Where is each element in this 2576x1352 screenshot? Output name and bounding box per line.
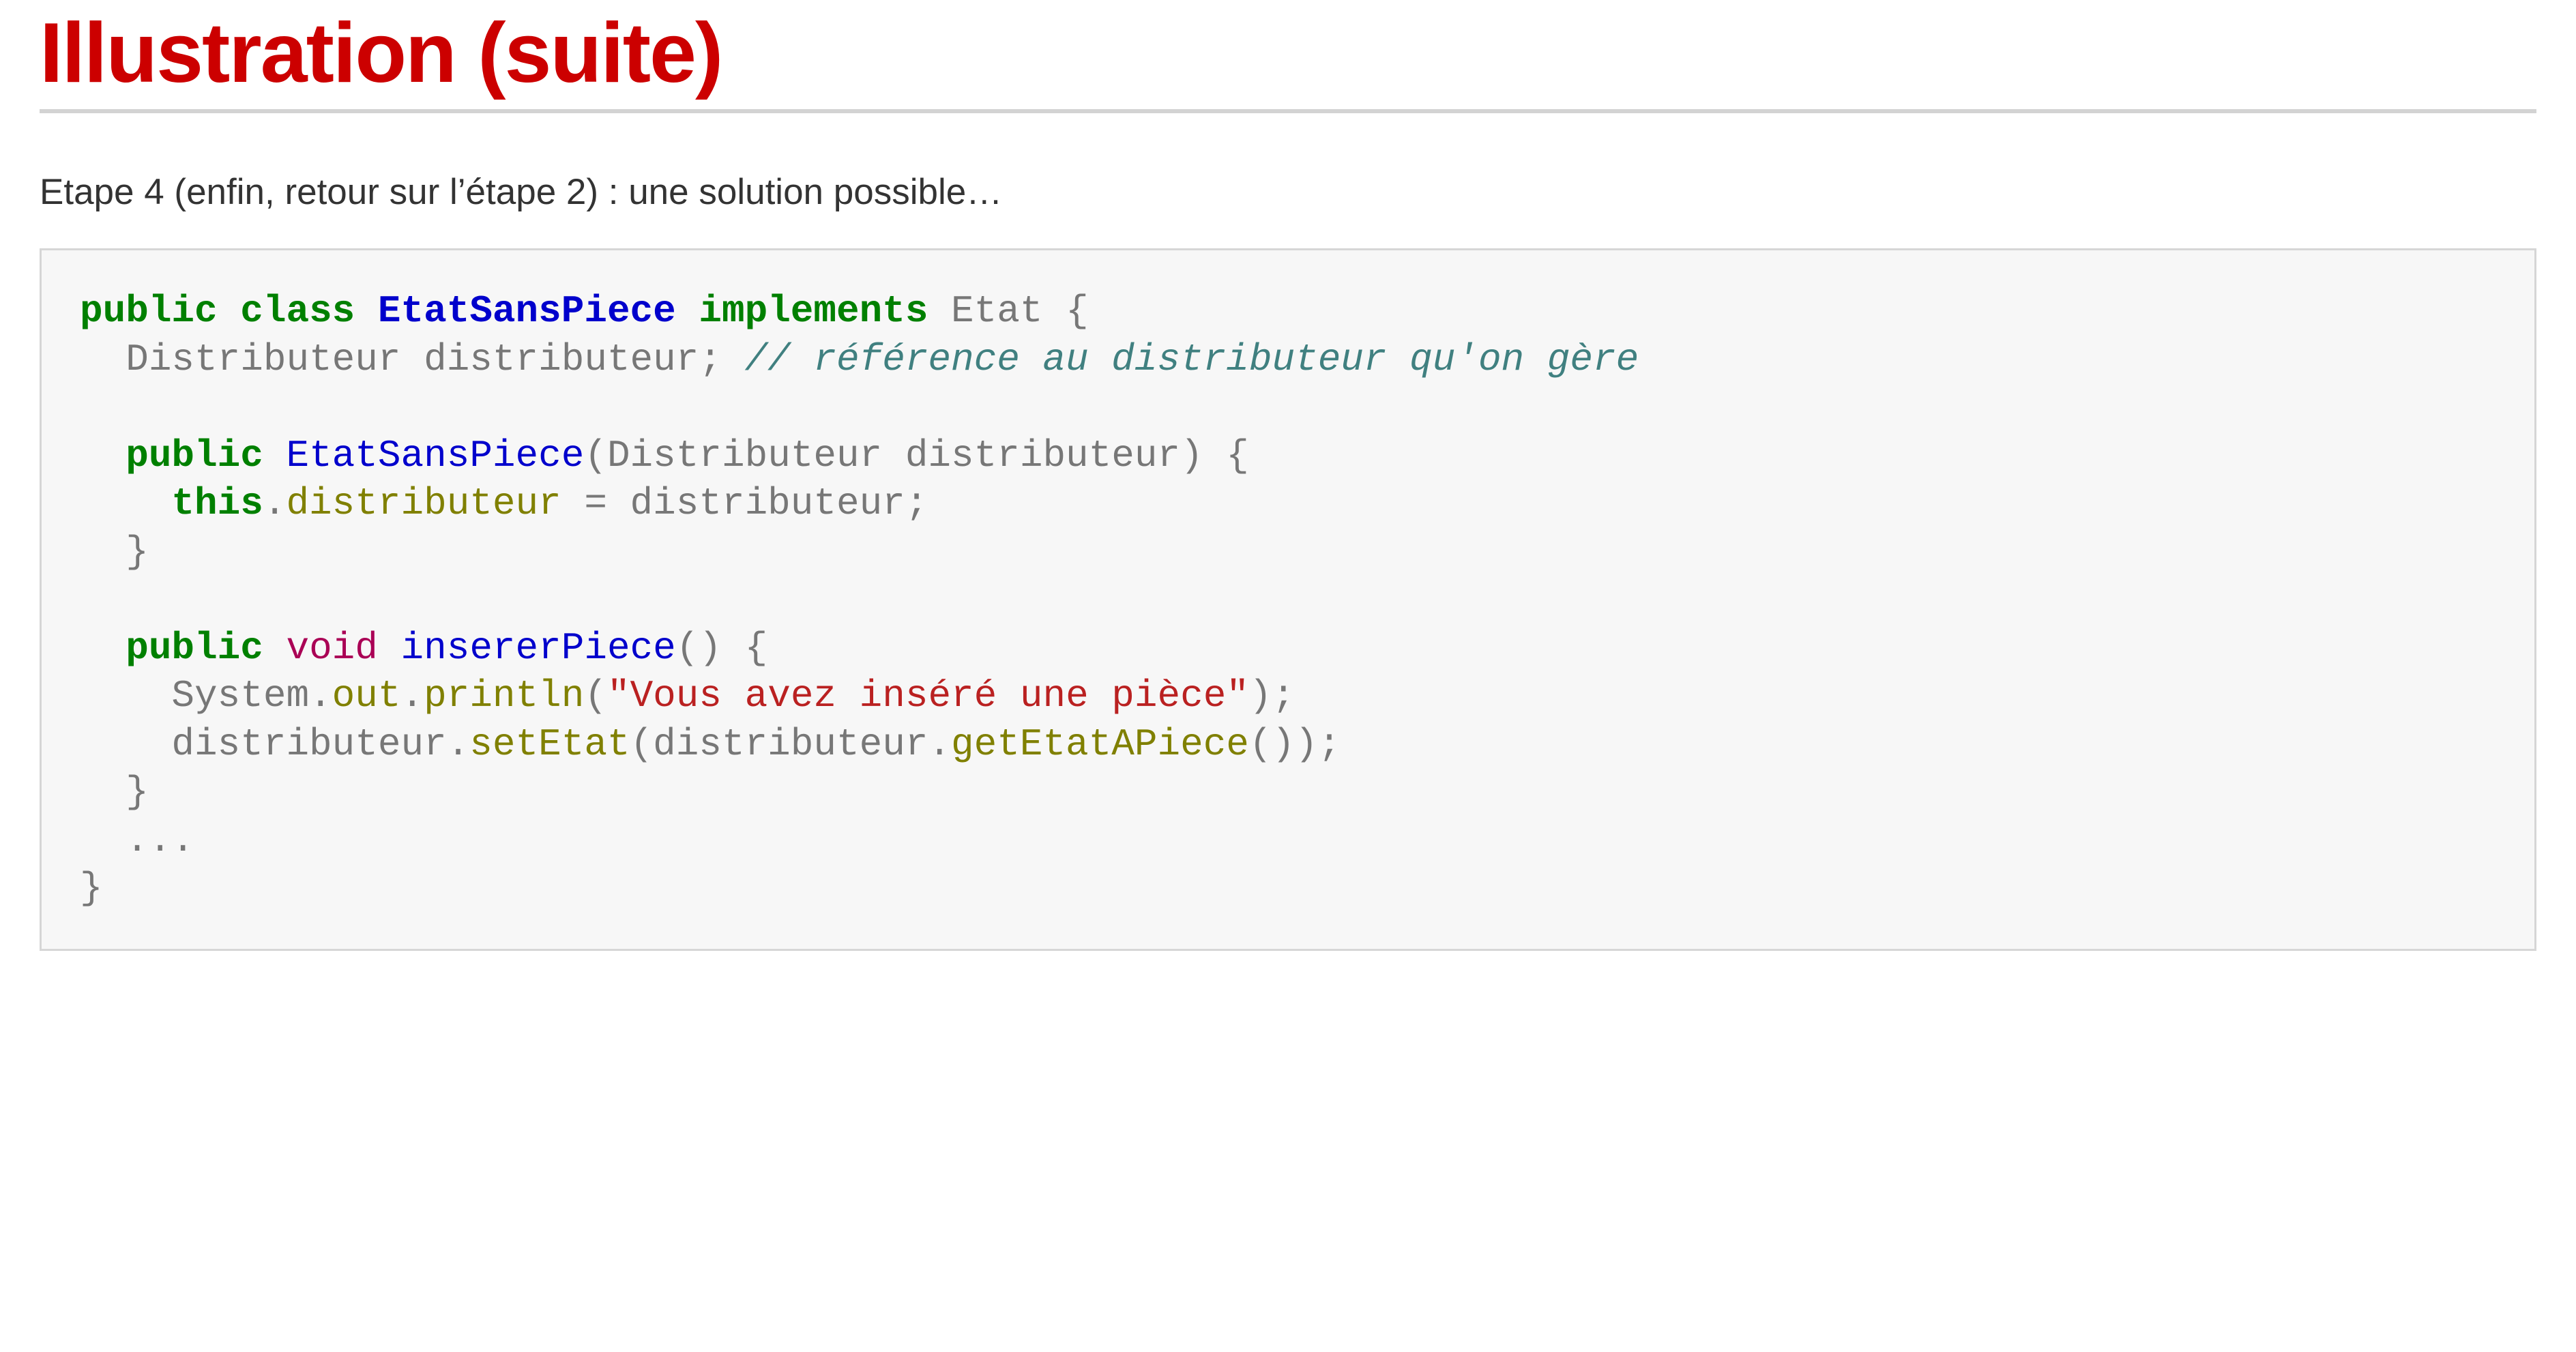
- code-token: Distributeur distributeur;: [80, 337, 745, 381]
- code-line: this.distributeur = distributeur;: [80, 480, 2534, 528]
- code-token: out: [332, 674, 401, 718]
- code-token: ());: [1248, 722, 1341, 766]
- code-token: (: [584, 674, 607, 718]
- title-divider: [40, 109, 2536, 113]
- code-line: }: [80, 528, 2534, 576]
- code-token: public: [126, 433, 263, 477]
- code-token: EtatSansPiece: [286, 433, 585, 477]
- code-token: (Distributeur distributeur) {: [584, 433, 1249, 477]
- code-token: distributeur: [286, 482, 561, 525]
- code-token: public: [126, 626, 263, 670]
- code-token: this: [171, 482, 263, 525]
- code-token: (distributeur.: [630, 722, 952, 766]
- code-token: }: [80, 529, 149, 574]
- code-listing: public class EtatSansPiece implements Et…: [80, 287, 2534, 913]
- code-token: () {: [675, 626, 768, 670]
- code-block: public class EtatSansPiece implements Et…: [40, 248, 2536, 951]
- code-line: distributeur.setEtat(distributeur.getEta…: [80, 720, 2534, 769]
- code-token: setEtat: [469, 722, 630, 766]
- code-line: ...: [80, 817, 2534, 865]
- code-token: = distributeur;: [561, 482, 928, 525]
- code-token: distributeur.: [80, 722, 470, 766]
- code-token: ...: [80, 818, 195, 862]
- code-token: EtatSansPiece: [377, 289, 676, 333]
- code-token: void: [286, 626, 378, 670]
- code-line: public void insererPiece() {: [80, 624, 2534, 673]
- code-token: }: [80, 866, 103, 910]
- code-token: }: [80, 770, 149, 814]
- code-line: System.out.println("Vous avez inséré une…: [80, 672, 2534, 720]
- code-token: println: [424, 674, 585, 718]
- code-line: Distributeur distributeur; // référence …: [80, 336, 2534, 384]
- code-line: public EtatSansPiece(Distributeur distri…: [80, 432, 2534, 480]
- code-token: .: [263, 482, 287, 525]
- code-line: }: [80, 768, 2534, 817]
- code-token: class: [240, 289, 355, 333]
- slide: Illustration (suite) Etape 4 (enfin, ret…: [0, 0, 2576, 1352]
- slide-title: Illustration (suite): [40, 6, 723, 100]
- code-line: }: [80, 864, 2534, 913]
- code-token: insererPiece: [400, 626, 676, 670]
- code-token: Etat {: [928, 289, 1089, 333]
- code-token: // référence au distributeur qu'on gère: [744, 337, 1639, 381]
- code-token: "Vous avez inséré une pièce": [606, 674, 1249, 718]
- code-token: public: [80, 289, 218, 333]
- code-token: );: [1248, 674, 1296, 718]
- code-token: System.: [80, 674, 332, 718]
- code-token: .: [400, 674, 424, 718]
- code-line: public class EtatSansPiece implements Et…: [80, 287, 2534, 336]
- code-token: getEtatAPiece: [951, 722, 1249, 766]
- intro-text: Etape 4 (enfin, retour sur l’étape 2) : …: [40, 172, 1003, 212]
- code-token: implements: [699, 289, 928, 333]
